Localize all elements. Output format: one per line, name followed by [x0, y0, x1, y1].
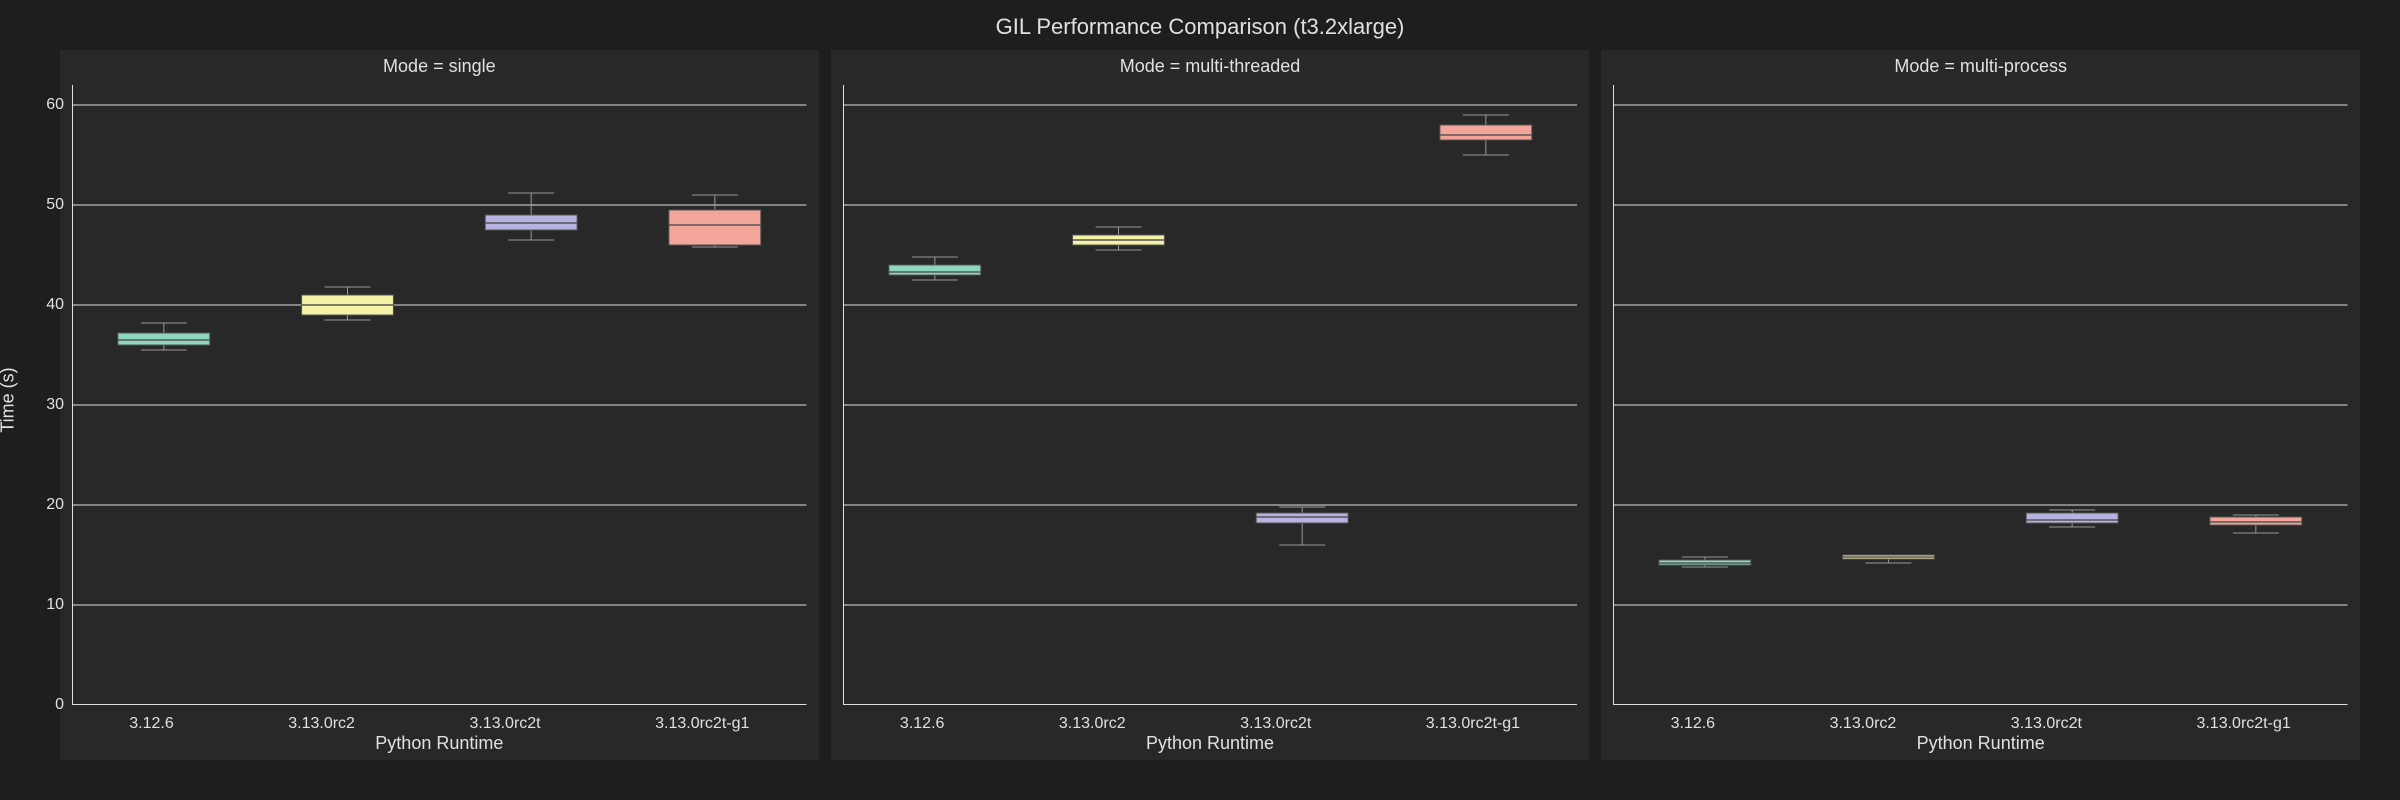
- box: [118, 333, 210, 345]
- x-axis-label: Python Runtime: [60, 733, 819, 760]
- y-tick-label: 50: [46, 196, 64, 214]
- y-tick-label: 20: [46, 496, 64, 514]
- x-tick-label: 3.13.0rc2: [1059, 715, 1126, 733]
- chart-panel: Mode = single 0102030405060 3.12.6 3.13.0rc…: [60, 50, 819, 760]
- x-tick-label: 3.13.0rc2t: [1240, 715, 1311, 733]
- x-tick-label: 3.13.0rc2t-g1: [655, 715, 749, 733]
- y-tick-label: 30: [46, 396, 64, 414]
- box: [889, 265, 981, 275]
- panel-row: Mode = single 0102030405060 3.12.6 3.13.0rc…: [60, 50, 2360, 760]
- chart-figure: GIL Performance Comparison (t3.2xlarge) …: [0, 0, 2400, 800]
- x-tick-label: 3.13.0rc2t-g1: [1426, 715, 1520, 733]
- x-axis-label: Python Runtime: [831, 733, 1590, 760]
- x-axis-label: Python Runtime: [1601, 733, 2360, 760]
- plot-area: [843, 85, 1578, 705]
- x-ticks: 3.12.6 3.13.0rc2 3.13.0rc2t 3.13.0rc2t-g1: [60, 713, 819, 733]
- box: [669, 210, 761, 245]
- x-ticks: 3.12.6 3.13.0rc2 3.13.0rc2t 3.13.0rc2t-g1: [1601, 713, 2360, 733]
- panel-title: Mode = multi-process: [1601, 50, 2360, 81]
- box: [2027, 513, 2119, 523]
- plot-area: 0102030405060: [72, 85, 807, 705]
- x-ticks: 3.12.6 3.13.0rc2 3.13.0rc2t 3.13.0rc2t-g1: [831, 713, 1590, 733]
- panel-title: Mode = multi-threaded: [831, 50, 1590, 81]
- x-tick-label: 3.12.6: [900, 715, 944, 733]
- x-tick-label: 3.13.0rc2t: [469, 715, 540, 733]
- y-tick-label: 40: [46, 296, 64, 314]
- y-tick-label: 60: [46, 96, 64, 114]
- chart-panel: Mode = multi-threaded 3.12.6 3.13.0rc2 3.13…: [831, 50, 1590, 760]
- x-tick-label: 3.13.0rc2t: [2011, 715, 2082, 733]
- panel-title: Mode = single: [60, 50, 819, 81]
- chart-title: GIL Performance Comparison (t3.2xlarge): [0, 14, 2400, 40]
- chart-panel: Mode = multi-process 3.12.6 3.13.0rc2 3.13.…: [1601, 50, 2360, 760]
- y-axis-label: Time (s): [0, 367, 19, 432]
- x-tick-label: 3.13.0rc2: [288, 715, 355, 733]
- box: [1440, 125, 1532, 140]
- y-tick-label: 10: [46, 596, 64, 614]
- box: [2210, 517, 2302, 525]
- x-tick-label: 3.12.6: [129, 715, 173, 733]
- plot-area: [1613, 85, 2348, 705]
- x-tick-label: 3.12.6: [1671, 715, 1715, 733]
- x-tick-label: 3.13.0rc2: [1830, 715, 1897, 733]
- box: [1256, 513, 1348, 523]
- y-tick-label: 0: [55, 696, 64, 714]
- x-tick-label: 3.13.0rc2t-g1: [2196, 715, 2290, 733]
